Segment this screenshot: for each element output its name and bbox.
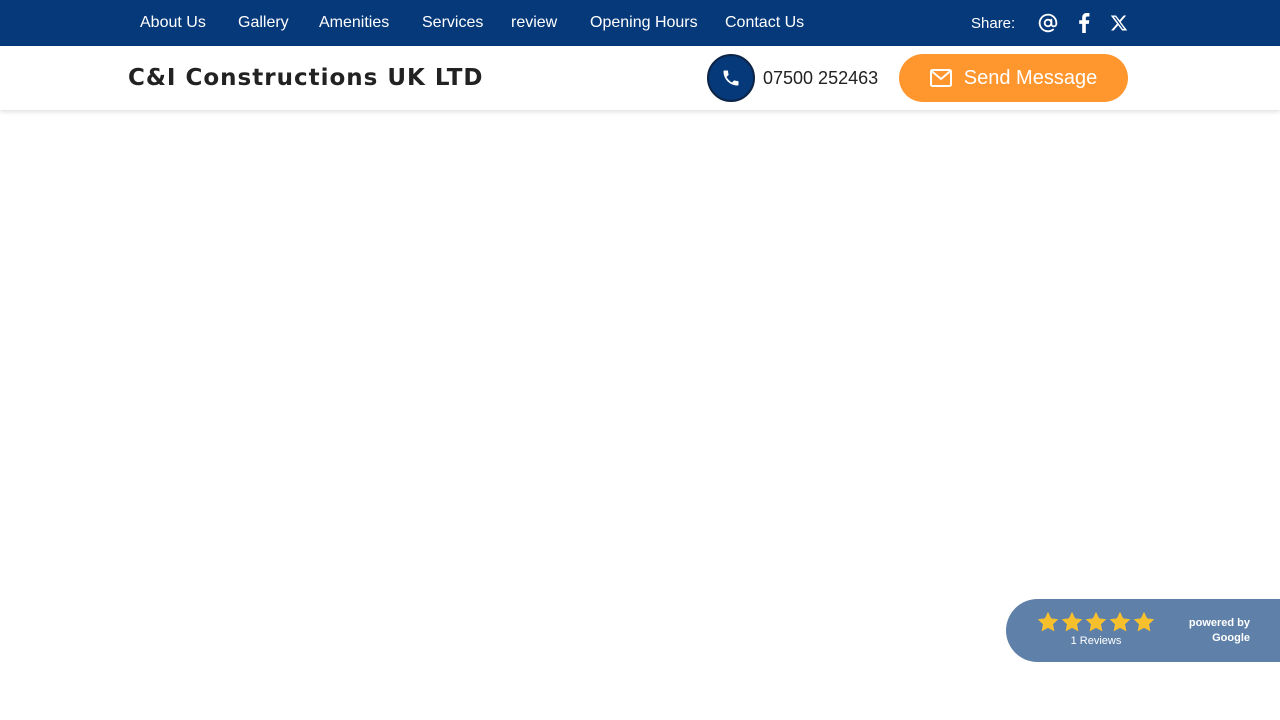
phone-icon (721, 68, 741, 88)
send-message-button[interactable]: Send Message (899, 54, 1128, 102)
main-nav: About Us Gallery Amenities Services revi… (0, 0, 1280, 46)
star-icon (1133, 611, 1155, 632)
brand-title[interactable]: C&I Constructions UK LTD (128, 46, 483, 110)
star-icon (1085, 611, 1107, 632)
nav-link-gallery[interactable]: Gallery (238, 0, 289, 46)
star-rating (1036, 610, 1156, 634)
star-icon (1061, 611, 1083, 632)
nav-link-about-us[interactable]: About Us (140, 0, 206, 46)
nav-link-opening-hours[interactable]: Opening Hours (590, 0, 698, 46)
powered-by-line: powered by (1188, 617, 1250, 629)
google-reviews-badge[interactable]: 1 Reviews powered by Google (1006, 599, 1280, 662)
star-icon (1109, 611, 1131, 632)
nav-link-amenities[interactable]: Amenities (319, 0, 389, 46)
site-header: C&I Constructions UK LTD 07500 252463 Se… (0, 46, 1280, 110)
phone-button[interactable] (707, 54, 755, 102)
facebook-icon[interactable] (1073, 12, 1095, 34)
phone-number-link[interactable]: 07500 252463 (763, 46, 878, 110)
envelope-icon (929, 69, 952, 87)
nav-link-contact-us[interactable]: Contact Us (725, 0, 804, 46)
send-message-label: Send Message (963, 66, 1098, 89)
email-at-icon[interactable] (1037, 12, 1059, 34)
nav-link-services[interactable]: Services (422, 0, 483, 46)
x-twitter-icon[interactable] (1108, 12, 1130, 34)
powered-by-google: powered by Google (1189, 616, 1250, 646)
share-label: Share: (971, 15, 1016, 32)
reviews-count: 1 Reviews (1070, 635, 1122, 647)
top-navigation-bar: About Us Gallery Amenities Services revi… (0, 0, 1280, 46)
star-icon (1037, 611, 1059, 632)
nav-link-review[interactable]: review (511, 0, 557, 46)
google-label: Google (1212, 632, 1250, 644)
